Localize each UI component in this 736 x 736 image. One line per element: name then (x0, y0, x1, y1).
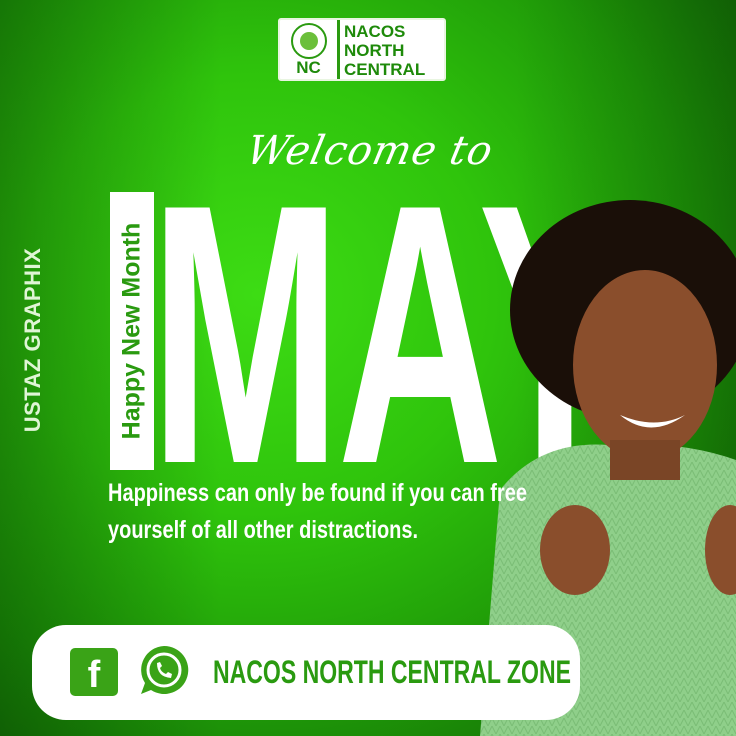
nacos-logo: NC NACOS NORTH CENTRAL (278, 18, 446, 81)
logo-initials: NC (296, 58, 321, 77)
logo-text: NACOS NORTH CENTRAL (340, 20, 429, 79)
designer-credit: USTAZ GRAPHIX (20, 247, 45, 433)
whatsapp-icon[interactable] (137, 643, 191, 697)
logo-seal: NC (280, 20, 340, 79)
logo-line: NORTH (344, 41, 405, 60)
logo-line: CENTRAL (344, 60, 426, 79)
quote-text: Happiness can only be found if you can f… (108, 479, 527, 544)
poster: NC NACOS NORTH CENTRAL Welcome to MAY Ha… (0, 0, 736, 736)
facebook-icon[interactable]: f (70, 648, 118, 696)
happy-new-month-tag: Happy New Month (117, 222, 146, 440)
footer-label: NACOS NORTH CENTRAL ZONE (213, 654, 571, 690)
logo-line: NACOS (344, 22, 406, 41)
seal-emblem-icon (290, 23, 327, 59)
